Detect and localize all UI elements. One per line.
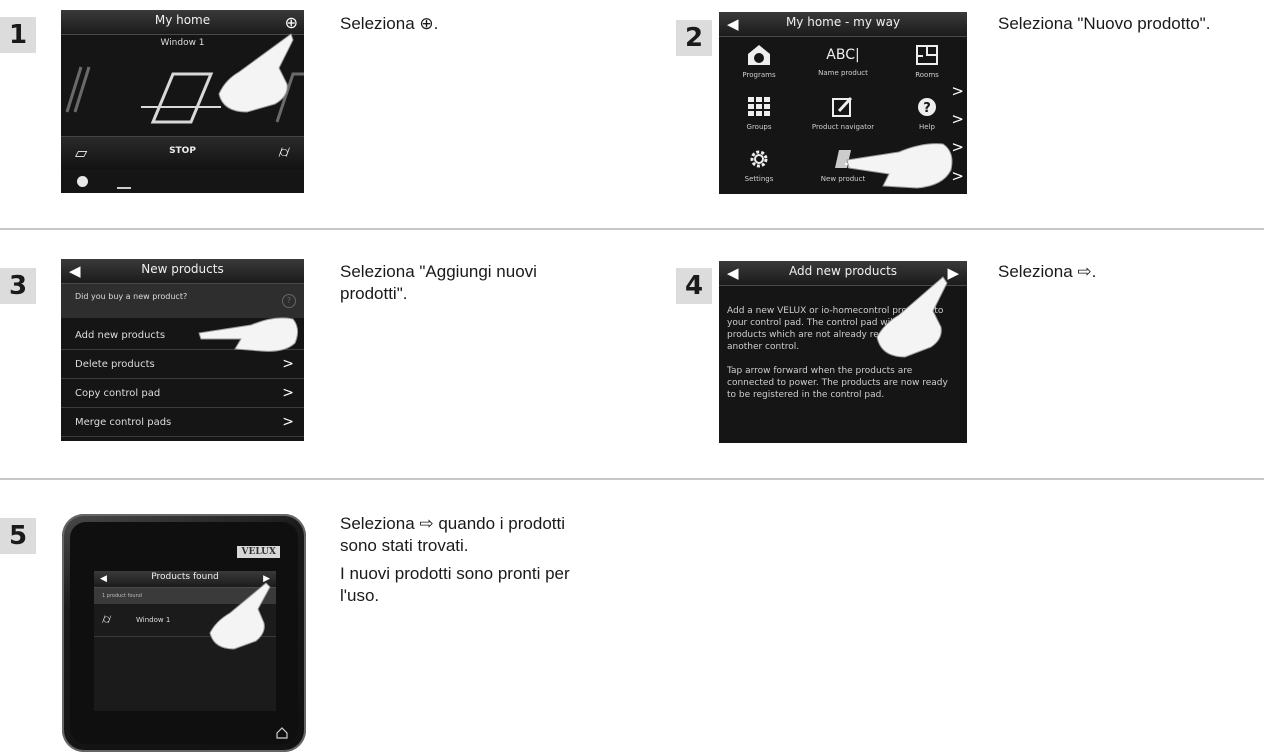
menu-label-settings: Settings: [744, 175, 774, 183]
menu-label-programs: Programs: [742, 71, 776, 79]
step1-controls-bar: ▱ STOP ⌭: [61, 136, 304, 169]
home-icon[interactable]: [276, 726, 288, 739]
velux-logo: VELUX: [237, 546, 280, 558]
separator-1: [0, 228, 1264, 230]
hand-pointer-icon: [846, 143, 953, 189]
step5-text-line2: sono stati trovati.: [340, 536, 469, 555]
window-open-icon[interactable]: ⌭: [279, 142, 290, 162]
step4-paragraph-2: Tap arrow forward when the products are …: [727, 365, 961, 401]
hand-pointer-icon: [198, 317, 299, 352]
menu-item-groups[interactable]: Groups: [719, 96, 799, 131]
menu-label-rooms: Rooms: [915, 71, 939, 79]
svg-text:?: ?: [923, 101, 931, 116]
step4-screen: ◀ Add new products ▶ Add a new VELUX or …: [719, 261, 967, 443]
step2-text: Seleziona "Nuovo prodotto".: [998, 14, 1211, 33]
chevron-right-icon: >: [282, 414, 294, 430]
step2-screen: ◀ My home - my way Programs ABC| Name pr…: [719, 12, 967, 194]
step1-text: Seleziona ⊕.: [340, 14, 439, 33]
chevron-right-icon[interactable]: >: [951, 82, 964, 100]
step3-screen: ◀ New products Did you buy a new product…: [61, 259, 304, 441]
menu-label-groups: Groups: [746, 123, 772, 131]
separator-2: [0, 478, 1264, 480]
step1-title: My home: [154, 13, 211, 27]
step-number-1: 1: [0, 17, 36, 53]
help-icon: ?: [918, 98, 936, 116]
chevron-right-icon[interactable]: >: [951, 110, 964, 128]
row-label: Merge control pads: [75, 417, 172, 428]
step4-para2-line: Tap arrow forward when the products are: [727, 366, 913, 376]
hand-pointer-icon: [218, 33, 294, 113]
position-icon[interactable]: [117, 173, 131, 189]
step2-title: My home - my way: [785, 15, 901, 29]
step5-screen: ◀ Products found ▶ 1 product found ⌭ Win…: [94, 571, 276, 711]
step-number-4: 4: [676, 268, 712, 304]
step3-text-line1: Seleziona "Aggiungi nuovi: [340, 262, 537, 281]
step4-para2-line: to be registered in the control pad.: [727, 390, 885, 400]
forward-arrow-icon[interactable]: ▶: [947, 261, 959, 285]
stop-button[interactable]: STOP: [61, 146, 304, 156]
step4-text: Seleziona ⇨.: [998, 262, 1097, 281]
step4-para2-line: connected to power. The products are now…: [727, 378, 948, 388]
list-item-copy-control-pad[interactable]: Copy control pad >: [61, 379, 304, 408]
window-icon: ⌭: [102, 612, 112, 627]
step5-description: Seleziona ⇨ quando i prodotti sono stati…: [340, 513, 570, 613]
menu-label-product-navigator: Product navigator: [811, 123, 875, 131]
step5-text-line4: l'uso.: [340, 586, 380, 605]
menu-item-settings[interactable]: Settings: [719, 148, 799, 183]
step3-description: Seleziona "Aggiungi nuovi prodotti".: [340, 261, 537, 311]
step5-text-line1: Seleziona ⇨ quando i prodotti: [340, 514, 566, 533]
step-number-5: 5: [0, 518, 36, 554]
product-name: Window 1: [136, 616, 171, 624]
step3-title: New products: [141, 262, 224, 276]
gear-icon: [750, 150, 768, 168]
clock-icon[interactable]: [77, 176, 88, 187]
step2-titlebar: ◀ My home - my way: [719, 12, 967, 37]
list-item-merge-control-pads[interactable]: Merge control pads >: [61, 408, 304, 437]
step-number-3: 3: [0, 268, 36, 304]
chevron-right-icon: >: [282, 385, 294, 401]
control-pad-device: VELUX ◀ Products found ▶ 1 product found…: [62, 514, 306, 752]
step3-text-line2: prodotti".: [340, 284, 408, 303]
step3-question: Did you buy a new product?: [75, 292, 188, 301]
step1-description: Seleziona ⊕.: [340, 13, 438, 41]
row-label: Copy control pad: [75, 388, 161, 399]
step1-screen: My home ⊕ Window 1 ▱ STOP ⌭: [61, 10, 304, 193]
hand-pointer-icon: [209, 582, 271, 650]
step5-text-line3: I nuovi prodotti sono pronti per: [340, 564, 570, 583]
menu-item-name-product[interactable]: ABC| Name product: [803, 44, 883, 77]
step4-description: Seleziona ⇨.: [998, 261, 1096, 289]
text-cursor-icon: ABC|: [826, 47, 860, 63]
hand-pointer-icon: [876, 276, 948, 358]
step3-titlebar: ◀ New products: [61, 259, 304, 284]
menu-item-programs[interactable]: Programs: [719, 44, 799, 79]
menu-item-product-navigator[interactable]: Product navigator: [803, 96, 883, 131]
menu-item-rooms[interactable]: Rooms: [887, 44, 967, 79]
menu-label-name-product: Name product: [818, 69, 868, 77]
row-label: Add new products: [75, 330, 166, 341]
step2-description: Seleziona "Nuovo prodotto".: [998, 13, 1210, 41]
row-label: Delete products: [75, 359, 155, 370]
step-number-2: 2: [676, 20, 712, 56]
